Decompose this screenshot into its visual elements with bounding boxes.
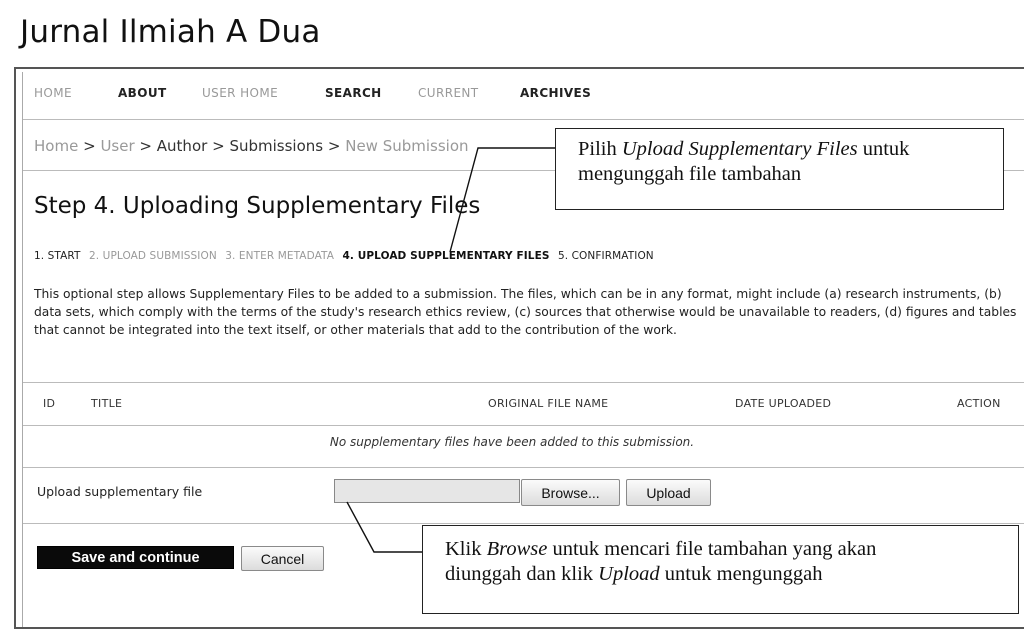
step-enter-metadata[interactable]: 3. ENTER METADATA bbox=[225, 250, 334, 262]
callout-1-em: Upload Supplementary Files bbox=[621, 138, 858, 160]
nav-archives[interactable]: ARCHIVES bbox=[520, 86, 591, 100]
column-header-original-file-name: ORIGINAL FILE NAME bbox=[488, 397, 609, 410]
callout-2-line2-a: diunggah dan klik bbox=[445, 563, 599, 585]
callout-browse-upload: Klik Browse untuk mencari file tambahan … bbox=[422, 525, 1019, 614]
step-upload-submission[interactable]: 2. UPLOAD SUBMISSION bbox=[89, 250, 217, 262]
breadcrumb-separator: > bbox=[212, 137, 225, 155]
callout-2-text-a: Klik bbox=[445, 538, 487, 560]
file-path-input[interactable] bbox=[334, 479, 520, 503]
breadcrumb-separator: > bbox=[139, 137, 152, 155]
page-title: Step 4. Uploading Supplementary Files bbox=[34, 193, 481, 219]
callout-1-line2: mengunggah file tambahan bbox=[578, 163, 802, 185]
nav-search[interactable]: SEARCH bbox=[325, 86, 382, 100]
step-description: This optional step allows Supplementary … bbox=[34, 287, 1017, 337]
frame-top-border bbox=[14, 67, 1024, 69]
table-bottom-divider bbox=[23, 467, 1024, 468]
step-confirmation[interactable]: 5. CONFIRMATION bbox=[558, 250, 654, 262]
breadcrumb-home[interactable]: Home bbox=[34, 137, 78, 155]
breadcrumb-separator: > bbox=[83, 137, 96, 155]
nav-user-home[interactable]: USER HOME bbox=[202, 86, 278, 100]
table-header-divider bbox=[23, 425, 1024, 426]
cancel-button[interactable]: Cancel bbox=[241, 546, 324, 571]
table-top-divider bbox=[23, 382, 1024, 383]
save-and-continue-button[interactable]: Save and continue bbox=[37, 546, 234, 569]
column-header-title: TITLE bbox=[91, 397, 123, 410]
nav-home[interactable]: HOME bbox=[34, 86, 72, 100]
nav-about[interactable]: ABOUT bbox=[118, 86, 167, 100]
frame-left-border bbox=[14, 67, 16, 629]
callout-2-pointer bbox=[346, 501, 422, 553]
callout-1-text-b: untuk bbox=[857, 138, 910, 160]
site-title: Jurnal Ilmiah A Dua bbox=[20, 14, 321, 50]
upload-supplementary-file-label: Upload supplementary file bbox=[37, 484, 203, 499]
breadcrumb-submissions[interactable]: Submissions bbox=[229, 137, 323, 155]
empty-table-message: No supplementary files have been added t… bbox=[329, 435, 695, 449]
upload-divider bbox=[23, 523, 1024, 524]
breadcrumb-current: New Submission bbox=[345, 137, 469, 155]
browse-button[interactable]: Browse... bbox=[521, 479, 620, 506]
callout-2-em: Browse bbox=[486, 538, 548, 560]
step-start[interactable]: 1. START bbox=[34, 250, 81, 262]
callout-2-text-b: untuk mencari file tambahan yang akan bbox=[547, 538, 877, 560]
column-header-action: ACTION bbox=[957, 397, 1001, 410]
step-upload-supplementary-files: 4. UPLOAD SUPPLEMENTARY FILES bbox=[342, 250, 550, 262]
submission-steps: 1. START 2. UPLOAD SUBMISSION 3. ENTER M… bbox=[34, 250, 659, 262]
callout-2-line2-em: Upload bbox=[598, 563, 660, 585]
nav-divider bbox=[23, 119, 1024, 120]
frame-inner-border bbox=[22, 72, 23, 629]
callout-1-text-a: Pilih bbox=[578, 138, 622, 160]
column-header-id: ID bbox=[43, 397, 56, 410]
upload-button[interactable]: Upload bbox=[626, 479, 711, 506]
breadcrumb-separator: > bbox=[327, 137, 341, 155]
column-header-date-uploaded: DATE UPLOADED bbox=[735, 397, 832, 410]
breadcrumb-user[interactable]: User bbox=[100, 137, 134, 155]
breadcrumb-author[interactable]: Author bbox=[157, 137, 208, 155]
breadcrumb: Home > User > Author > Submissions > New… bbox=[34, 137, 469, 155]
callout-select-upload: Pilih Upload Supplementary Files untuk m… bbox=[555, 128, 1004, 210]
callout-2-line2-b: untuk mengunggah bbox=[659, 563, 823, 585]
nav-current[interactable]: CURRENT bbox=[418, 86, 479, 100]
